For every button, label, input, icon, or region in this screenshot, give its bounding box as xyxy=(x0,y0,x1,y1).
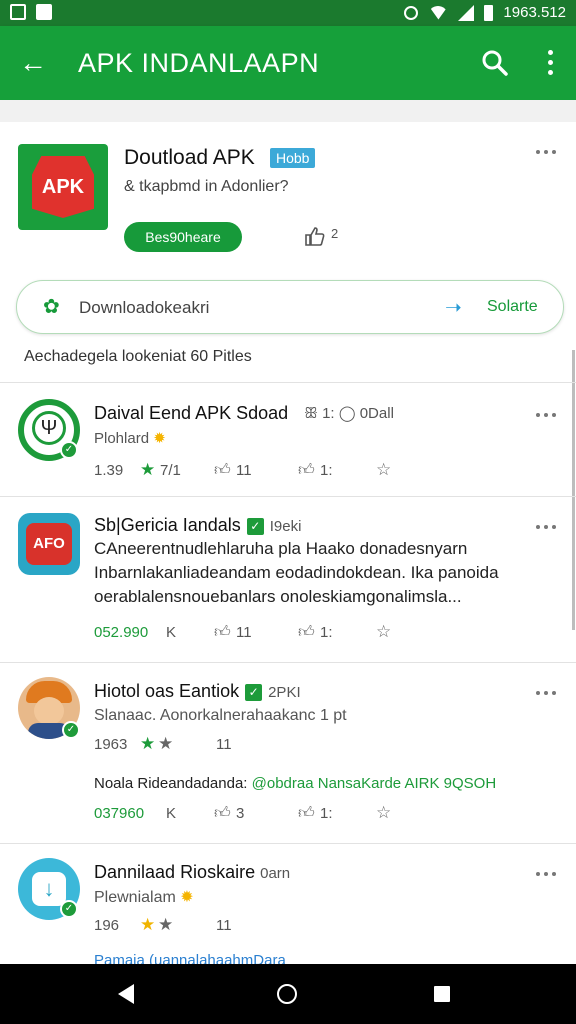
verified-icon: ✓ xyxy=(60,900,78,918)
app-badge: Hobb xyxy=(270,148,316,168)
more-horiz-icon[interactable] xyxy=(536,872,556,876)
thumbs-up-icon[interactable]: 👍︎ xyxy=(214,623,231,642)
avatar: AFO xyxy=(18,513,80,575)
wifi-icon xyxy=(428,5,449,20)
rating-sub: 11 xyxy=(216,736,232,753)
star-icon: ★ xyxy=(140,460,156,479)
verified-icon: ✓ xyxy=(60,441,78,459)
thumbs-up-button[interactable]: 2 xyxy=(304,226,338,251)
status-time: 1963.512 xyxy=(503,4,566,21)
rating-sub: 11 xyxy=(216,917,232,934)
item-meta: ꕥ 1: ◯ 0Dall xyxy=(304,405,394,422)
comment-icon[interactable]: 👍︎ xyxy=(298,461,315,480)
more-vert-icon[interactable] xyxy=(538,48,562,78)
app-icon: APK xyxy=(18,144,108,230)
item-cut-line: Pamaia (uannalahaahmDara xyxy=(94,952,286,964)
download-badge-icon: ✿ xyxy=(43,296,60,318)
favorite-star-icon[interactable]: ☆ xyxy=(376,460,391,480)
download-bar[interactable]: ✿ Downloadokeakri ➝ Solarte xyxy=(16,280,564,334)
app-bar: ← APK INDANLAAPN xyxy=(0,26,576,100)
likes-count: 11 xyxy=(236,462,252,479)
list-item[interactable]: AFO Sb|Gericia Iandals ✓ I9eki CAneerentnu… xyxy=(0,497,576,662)
thumbs-up-icon[interactable]: 👍︎ xyxy=(214,804,231,823)
likes-count: 3 xyxy=(236,805,245,822)
item-extra-line: Noala Rideandadanda: @obdraa NansaKarde … xyxy=(94,775,497,792)
item-subtitle: Slanaac. Aonorkalnerahaakanc 1 pt xyxy=(94,707,347,724)
verified-check-icon: ✓ xyxy=(245,683,263,701)
rating-value: 1.39 xyxy=(94,462,124,479)
app-title: Doutload APK xyxy=(124,146,255,169)
rating-value: 196 xyxy=(94,917,120,934)
item-description-line: oerablalensnouebanlars onoleskiamgonalim… xyxy=(94,587,462,606)
share-label[interactable]: Solarte xyxy=(487,298,538,316)
item-description-line: Inbarnlakanliadeandam eodadindokdean. Ik… xyxy=(94,563,499,582)
featured-app-card[interactable]: APK Doutload APK Hobb & tkapbmd in Adonl… xyxy=(0,122,576,262)
thumbs-up-icon xyxy=(305,227,325,246)
item-link[interactable]: @obdraa xyxy=(252,775,314,792)
nav-recents-icon[interactable] xyxy=(434,986,450,1002)
verified-check-icon: ✓ xyxy=(246,517,264,535)
likes-count: 11 xyxy=(236,624,252,641)
gallery-notification-icon xyxy=(10,4,26,20)
item-title: Hiotol oas Eantiok ✓ 2PKI xyxy=(94,681,301,701)
star-icon: ★ xyxy=(140,734,156,753)
favorite-star-icon[interactable]: ☆ xyxy=(376,803,391,823)
thumbs-up-count: 2 xyxy=(331,226,339,241)
sun-icon: ✹ xyxy=(153,430,166,447)
sun-icon: ✹ xyxy=(180,889,194,906)
message-notification-icon xyxy=(36,4,52,20)
list-item[interactable]: ✓ Hiotol oas Eantiok ✓ 2PKI Slanaac. Aonor… xyxy=(0,663,576,843)
downloads-count: 052.990 xyxy=(94,624,149,641)
section-subline: Aechadegela lookeniat 60 Pitles xyxy=(24,348,252,365)
comment-icon[interactable]: 👍︎ xyxy=(298,623,315,642)
list-item[interactable]: Ψ ✓ Daival Eend APK Sdoad ꕥ 1: ◯ 0Dall P… xyxy=(0,383,576,496)
more-horiz-icon[interactable] xyxy=(536,150,556,154)
comments-count: 1: xyxy=(320,624,333,641)
more-horiz-icon[interactable] xyxy=(536,413,556,417)
nav-back-icon[interactable] xyxy=(118,984,134,1004)
search-icon[interactable] xyxy=(480,48,510,78)
apk-logo: APK xyxy=(32,156,94,218)
page-title: APK INDANLAAPN xyxy=(78,48,320,78)
star-half-icon: ★ xyxy=(158,734,174,753)
item-subtitle: Plewnialam ✹ xyxy=(94,889,194,906)
comments-count: 1: xyxy=(320,805,333,822)
alarm-icon xyxy=(404,5,419,20)
back-arrow-icon[interactable]: ← xyxy=(16,46,50,80)
comment-icon[interactable]: 👍︎ xyxy=(298,804,315,823)
download-label: Downloadokeakri xyxy=(79,298,210,317)
downloads-unit: K xyxy=(166,805,177,822)
status-bar: 1963.512 xyxy=(0,0,576,26)
more-horiz-icon[interactable] xyxy=(536,691,556,695)
item-subtitle: Plohlard ✹ xyxy=(94,430,166,447)
item-title: Daival Eend APK Sdoad xyxy=(94,403,289,423)
comments-count: 1: xyxy=(320,462,333,479)
downloads-count: 037960 xyxy=(94,805,145,822)
favorite-star-icon[interactable]: ☆ xyxy=(376,622,391,642)
star-half-icon: ★ xyxy=(158,915,174,934)
list-item[interactable]: ↓ ✓ Dannilaad Rioskaire 0arn Plewnialam … xyxy=(0,844,576,964)
app-subtitle: & tkapbmd in Adonlier? xyxy=(124,178,289,195)
item-title: Dannilaad Rioskaire 0arn xyxy=(94,862,291,882)
item-title: Sb|Gericia Iandals ✓ I9eki xyxy=(94,515,302,535)
nav-home-icon[interactable] xyxy=(277,984,297,1004)
system-nav-bar xyxy=(0,964,576,1024)
rating-sub: 7/1 xyxy=(160,462,181,479)
more-horiz-icon[interactable] xyxy=(536,525,556,529)
downloads-unit: K xyxy=(166,624,177,641)
verified-icon: ✓ xyxy=(62,721,80,739)
share-arrow-icon[interactable]: ➝ xyxy=(445,295,462,320)
thumbs-up-icon[interactable]: 👍︎ xyxy=(214,461,231,480)
signal-icon xyxy=(458,4,475,21)
header-spacer xyxy=(0,100,576,122)
battery-icon xyxy=(484,4,494,21)
rating-value: 1963 xyxy=(94,736,128,753)
item-description-line: CAneerentnudlehlaruha pla Haako donadesn… xyxy=(94,539,468,558)
star-icon: ★ xyxy=(140,915,156,934)
primary-action-button[interactable]: Bes90heare xyxy=(124,222,242,252)
